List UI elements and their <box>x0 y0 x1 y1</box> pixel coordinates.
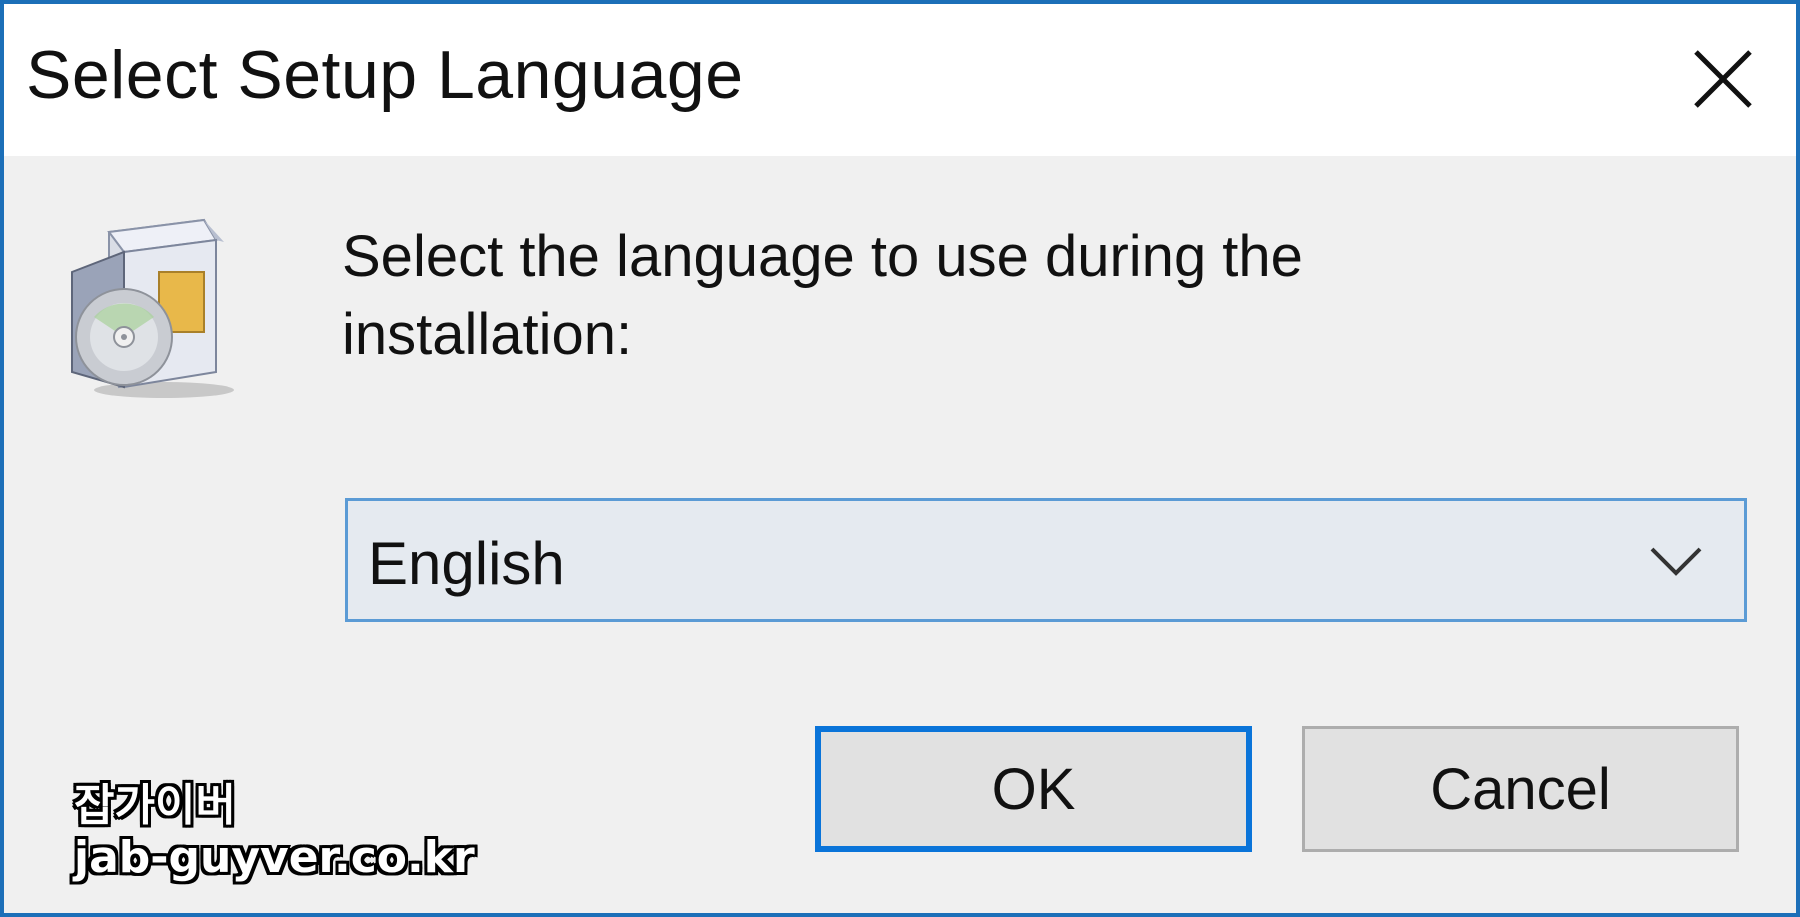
watermark-korean-text: 잡가이버 <box>74 780 236 831</box>
setup-language-dialog: Select Setup Language Select the languag… <box>0 0 1800 917</box>
close-button[interactable] <box>1678 34 1768 124</box>
watermark-url-text: jab-guyver.co.kr <box>74 832 475 883</box>
language-dropdown[interactable]: English <box>345 498 1747 622</box>
prompt-text: Select the language to use during the in… <box>342 224 1303 367</box>
chevron-down-icon <box>1650 547 1702 576</box>
setup-package-icon <box>71 218 234 398</box>
watermark: 잡가이버 jab-guyver.co.kr <box>74 780 475 884</box>
cancel-button[interactable]: Cancel <box>1302 726 1739 852</box>
selected-language: English <box>368 530 565 597</box>
title-bar: Select Setup Language <box>4 4 1796 156</box>
window-title: Select Setup Language <box>26 37 744 113</box>
close-icon <box>1694 50 1752 108</box>
ok-button[interactable]: OK <box>815 726 1252 852</box>
dialog-body: Select the language to use during the in… <box>4 156 1796 913</box>
